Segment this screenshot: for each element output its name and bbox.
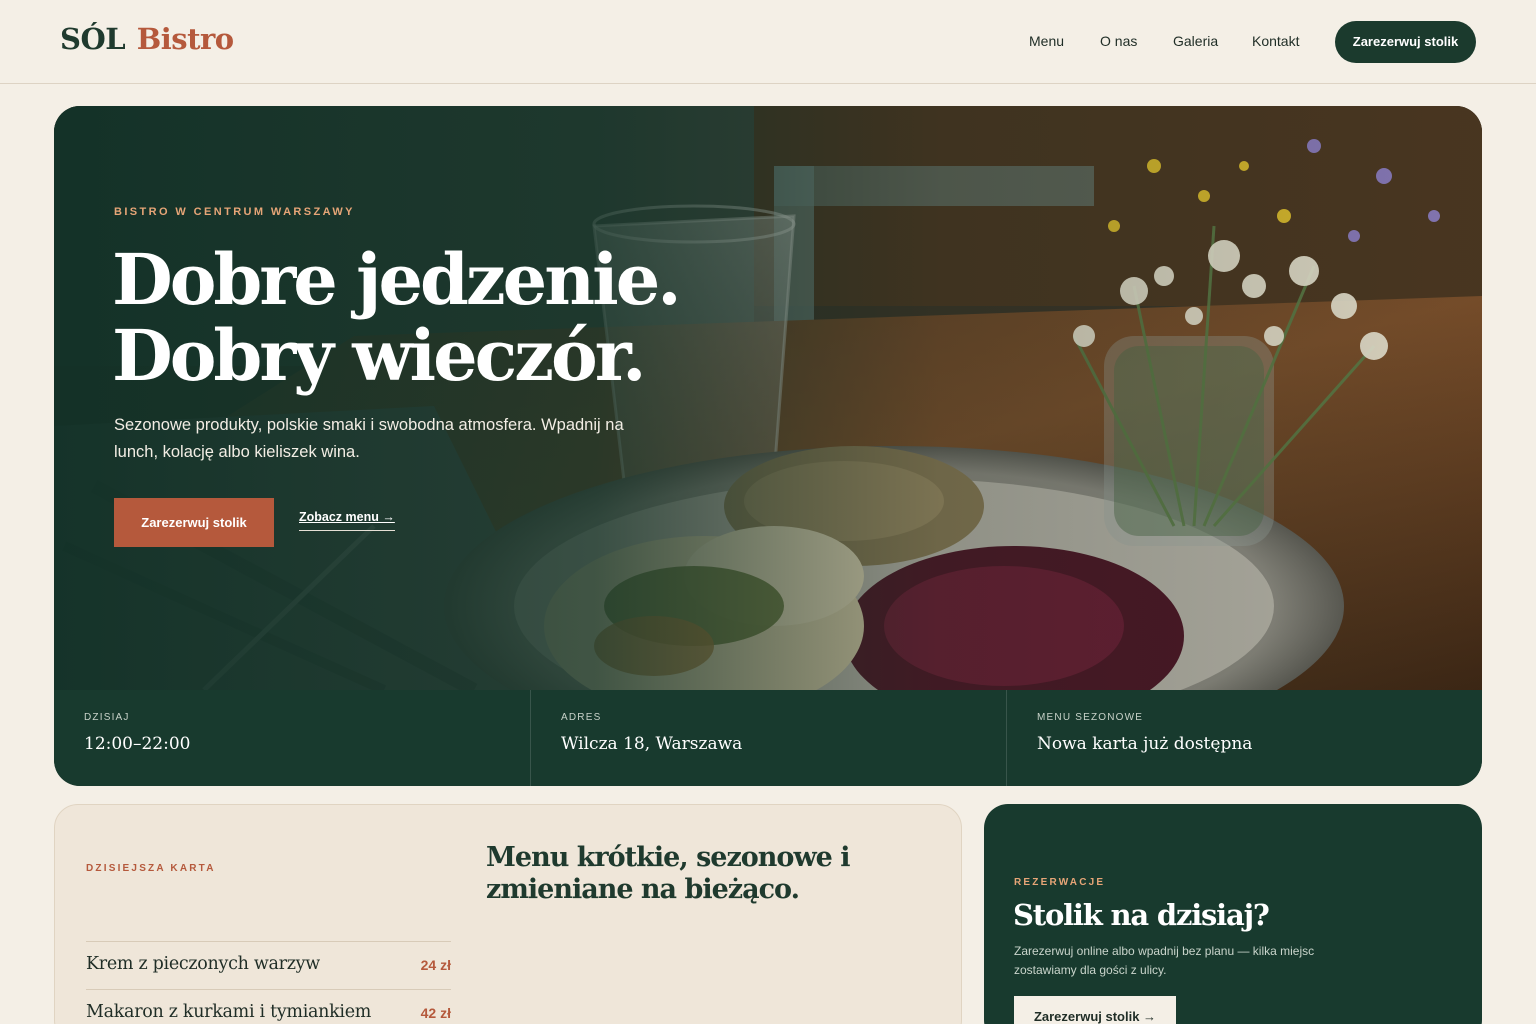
header-reserve-button[interactable]: Zarezerwuj stolik <box>1335 21 1476 63</box>
hero-view-menu-link[interactable]: Zobacz menu → <box>299 510 395 531</box>
info-address: ADRES Wilcza 18, Warszawa <box>530 690 1006 786</box>
nav-link-about[interactable]: O nas <box>1100 33 1137 49</box>
todays-menu-card: DZISIEJSZA KARTA Menu krótkie, sezonowe … <box>54 804 962 1024</box>
info-hours: DZISIAJ 12:00–22:00 <box>54 690 530 786</box>
hero-food-photo <box>54 106 1482 690</box>
hero-eyebrow: BISTRO W CENTRUM WARSZAWY <box>114 206 355 218</box>
reservation-description: Zarezerwuj online albo wpadnij bez planu… <box>1014 944 1315 977</box>
menu-item[interactable]: Makaron z kurkami i tymiankiem 42 zł <box>86 989 451 1024</box>
hero-description: Sezonowe produkty, polskie smaki i swobo… <box>114 416 624 461</box>
nav-link-gallery[interactable]: Galeria <box>1173 33 1218 49</box>
hero-section: BISTRO W CENTRUM WARSZAWY Dobre jedzenie… <box>54 106 1482 786</box>
menu-item[interactable]: Krem z pieczonych warzyw 24 zł <box>86 941 451 989</box>
site-header: SÓL Bistro Menu O nas Galeria Kontakt Za… <box>0 0 1536 84</box>
menu-item-price: 24 zł <box>420 957 451 973</box>
info-hours-label: DZISIAJ <box>84 712 130 723</box>
menu-item-name: Krem z pieczonych warzyw <box>86 954 320 974</box>
hero-title-line2: Dobry wieczór. <box>112 314 647 397</box>
hero-title: Dobre jedzenie. Dobry wieczór. <box>112 242 812 394</box>
menu-item-name: Makaron z kurkami i tymiankiem <box>86 1002 372 1022</box>
menu-heading: Menu krótkie, sezonowe i zmieniane na bi… <box>486 842 851 905</box>
info-seasonal-menu: MENU SEZONOWE Nowa karta już dostępna <box>1006 690 1482 786</box>
main-nav: Menu O nas Galeria Kontakt <box>0 0 1536 84</box>
reservation-title: Stolik na dzisiaj? <box>1013 898 1270 932</box>
menu-item-price: 42 zł <box>420 1005 451 1021</box>
menu-eyebrow: DZISIEJSZA KARTA <box>86 863 216 874</box>
info-bar: DZISIAJ 12:00–22:00 ADRES Wilcza 18, War… <box>54 690 1482 786</box>
reservation-card: REZERWACJE Stolik na dzisiaj? Zarezerwuj… <box>984 804 1482 1024</box>
info-address-value: Wilcza 18, Warszawa <box>561 734 743 754</box>
info-hours-value: 12:00–22:00 <box>84 734 191 754</box>
reservation-button[interactable]: Zarezerwuj stolik → <box>1014 996 1176 1024</box>
info-seasonal-value: Nowa karta już dostępna <box>1037 734 1253 754</box>
info-address-label: ADRES <box>561 712 602 723</box>
nav-link-menu[interactable]: Menu <box>1029 33 1064 49</box>
reservation-eyebrow: REZERWACJE <box>1014 877 1106 888</box>
hero-title-line1: Dobre jedzenie. <box>112 238 682 321</box>
hero-reserve-button[interactable]: Zarezerwuj stolik <box>114 498 274 547</box>
nav-link-contact[interactable]: Kontakt <box>1252 33 1299 49</box>
info-seasonal-label: MENU SEZONOWE <box>1037 712 1144 723</box>
